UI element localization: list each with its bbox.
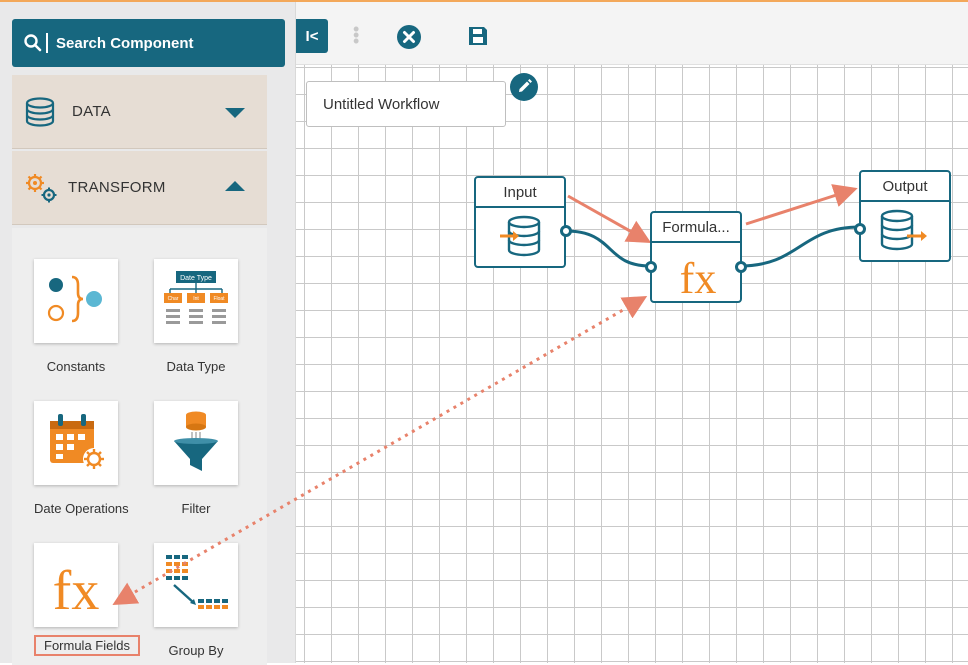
output-port[interactable] xyxy=(560,225,572,237)
category-transform[interactable]: TRANSFORM xyxy=(12,151,267,225)
toolbar: I< • • • xyxy=(296,2,968,65)
chevron-down-icon[interactable] xyxy=(225,108,245,118)
gears-icon xyxy=(26,173,57,202)
constants-icon xyxy=(47,275,102,323)
collapse-sidebar-button[interactable]: I< xyxy=(296,19,328,53)
output-port[interactable] xyxy=(735,261,747,273)
component-label: Formula Fields xyxy=(34,635,140,656)
database-in-icon xyxy=(500,215,541,257)
toolbar-separator-icon: • • • xyxy=(353,19,360,51)
input-port[interactable] xyxy=(645,261,657,273)
search-separator xyxy=(46,33,48,53)
node-title: Output xyxy=(861,172,949,202)
fx-icon: fx xyxy=(53,560,100,622)
component-formula-fields[interactable]: fx Formula Fields xyxy=(34,543,140,656)
filter-tile[interactable] xyxy=(154,401,238,485)
edit-title-button[interactable] xyxy=(510,73,538,101)
node-formula[interactable]: Formula... fx xyxy=(645,211,747,303)
date-operations-tile[interactable] xyxy=(34,401,118,485)
node-title: Input xyxy=(476,178,564,208)
workflow-title-field[interactable]: Untitled Workflow xyxy=(306,81,506,127)
data-type-cell-label: Char xyxy=(168,296,179,302)
component-label: Data Type xyxy=(166,359,226,374)
search-label: Search Component xyxy=(56,34,194,52)
workflow-title: Untitled Workflow xyxy=(323,95,440,113)
workflow-canvas[interactable] xyxy=(296,65,968,663)
component-sidebar: Search Component DATA TRANSFORM Constant… xyxy=(0,2,296,665)
node-title: Formula... xyxy=(652,213,740,243)
category-transform-label: TRANSFORM xyxy=(68,179,166,196)
component-constants[interactable]: Constants xyxy=(34,259,118,374)
component-label: Constants xyxy=(46,359,106,374)
component-date-operations[interactable]: Date Operations xyxy=(34,401,129,516)
data-type-caption: Date Type xyxy=(180,275,212,282)
data-type-icon: Date Type Char Int Float xyxy=(164,271,228,324)
component-filter[interactable]: Filter xyxy=(154,401,238,516)
constants-tile[interactable] xyxy=(34,259,118,343)
fx-glyph: fx xyxy=(680,254,717,301)
database-out-icon xyxy=(880,209,927,251)
input-port[interactable] xyxy=(854,223,866,235)
fx-icon: fx xyxy=(680,254,717,301)
chevron-up-icon[interactable] xyxy=(225,181,245,191)
node-input[interactable]: Input xyxy=(474,176,572,268)
pencil-icon xyxy=(519,79,532,92)
fx-glyph: fx xyxy=(53,560,100,622)
calendar-gear-icon xyxy=(50,414,105,470)
component-label: Filter xyxy=(181,501,211,516)
search-icon xyxy=(24,34,42,52)
data-type-cell-label: Float xyxy=(213,296,225,302)
data-type-cell-label: Int xyxy=(193,296,199,302)
group-by-tile[interactable] xyxy=(154,543,238,627)
transform-component-list: Constants Date Type Char Int Float Data … xyxy=(12,228,267,665)
search-component-button[interactable]: Search Component xyxy=(12,19,285,67)
funnel-icon xyxy=(174,411,218,471)
category-data-label: DATA xyxy=(72,103,111,120)
component-label-highlighted: Formula Fields xyxy=(34,635,140,656)
save-icon[interactable] xyxy=(467,25,489,47)
component-label: Date Operations xyxy=(34,501,129,516)
collapse-icon: I< xyxy=(305,27,319,45)
category-data[interactable]: DATA xyxy=(12,75,267,149)
group-by-icon xyxy=(166,555,228,609)
data-type-tile[interactable]: Date Type Char Int Float xyxy=(154,259,238,343)
formula-fields-tile[interactable]: fx xyxy=(34,543,118,627)
close-icon[interactable] xyxy=(396,24,422,50)
component-label: Group By xyxy=(168,643,224,658)
database-icon xyxy=(25,96,55,127)
node-output[interactable]: Output xyxy=(854,170,951,262)
component-data-type[interactable]: Date Type Char Int Float Data Type xyxy=(154,259,238,374)
component-group-by[interactable]: Group By xyxy=(154,543,238,658)
